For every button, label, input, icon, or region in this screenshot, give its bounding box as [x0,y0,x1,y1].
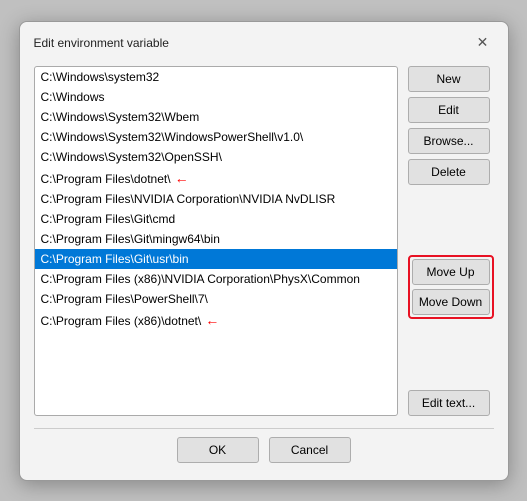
list-item[interactable]: C:\Windows\System32\OpenSSH\ [35,147,397,167]
list-item-label: C:\Program Files\dotnet\ [41,172,171,186]
close-button[interactable]: ✕ [472,32,494,54]
list-item-label: C:\Windows\System32\Wbem [41,110,200,124]
move-down-button[interactable]: Move Down [412,289,490,315]
list-item-label: C:\Windows\System32\WindowsPowerShell\v1… [41,130,304,144]
list-item-label: C:\Windows\System32\OpenSSH\ [41,150,222,164]
list-item-label: C:\Windows [41,90,105,104]
env-var-list[interactable]: C:\Windows\system32 C:\Windows C:\Windows\… [34,66,398,416]
list-item[interactable]: C:\Program Files\Git\mingw64\bin [35,229,397,249]
cancel-button[interactable]: Cancel [269,437,351,463]
list-item[interactable]: C:\Program Files\NVIDIA Corporation\NVID… [35,189,397,209]
list-item-label: C:\Program Files\Git\mingw64\bin [41,232,220,246]
list-item[interactable]: C:\Program Files\Git\usr\bin [35,249,397,269]
dialog-body: C:\Windows\system32 C:\Windows C:\Windows\… [20,62,508,428]
list-item[interactable]: C:\Windows [35,87,397,107]
ok-button[interactable]: OK [177,437,259,463]
move-up-button[interactable]: Move Up [412,259,490,285]
list-item-label: C:\Program Files\PowerShell\7\ [41,292,208,306]
edit-button[interactable]: Edit [408,97,490,123]
move-buttons-group: Move Up Move Down [408,255,494,319]
list-item-label: C:\Program Files\Git\usr\bin [41,252,189,266]
annotation-arrow: ← [175,170,189,186]
list-item-label: C:\Program Files\NVIDIA Corporation\NVID… [41,192,336,206]
list-item[interactable]: C:\Program Files (x86)\NVIDIA Corporatio… [35,269,397,289]
list-item[interactable]: C:\Program Files\PowerShell\7\ [35,289,397,309]
list-item-label: C:\Program Files\Git\cmd [41,212,176,226]
browse-button[interactable]: Browse... [408,128,490,154]
edit-env-var-dialog: Edit environment variable ✕ C:\Windows\s… [19,21,509,481]
list-item[interactable]: C:\Program Files (x86)\dotnet\ ← [35,309,397,331]
action-buttons: New Edit Browse... Delete Move Up Move D… [408,66,494,416]
list-item[interactable]: C:\Windows\system32 [35,67,397,87]
dialog-footer: OK Cancel [20,429,508,477]
delete-button[interactable]: Delete [408,159,490,185]
list-item-label: C:\Windows\system32 [41,70,160,84]
dialog-title: Edit environment variable [34,36,169,50]
annotation-arrow: ← [205,312,219,328]
list-item[interactable]: C:\Windows\System32\WindowsPowerShell\v1… [35,127,397,147]
list-item-label: C:\Program Files (x86)\dotnet\ [41,314,202,328]
list-item[interactable]: C:\Windows\System32\Wbem [35,107,397,127]
list-item[interactable]: C:\Program Files\Git\cmd [35,209,397,229]
title-bar: Edit environment variable ✕ [20,22,508,62]
edit-text-button[interactable]: Edit text... [408,390,490,416]
list-item-label: C:\Program Files (x86)\NVIDIA Corporatio… [41,272,360,286]
new-button[interactable]: New [408,66,490,92]
list-item[interactable]: C:\Program Files\dotnet\ ← [35,167,397,189]
